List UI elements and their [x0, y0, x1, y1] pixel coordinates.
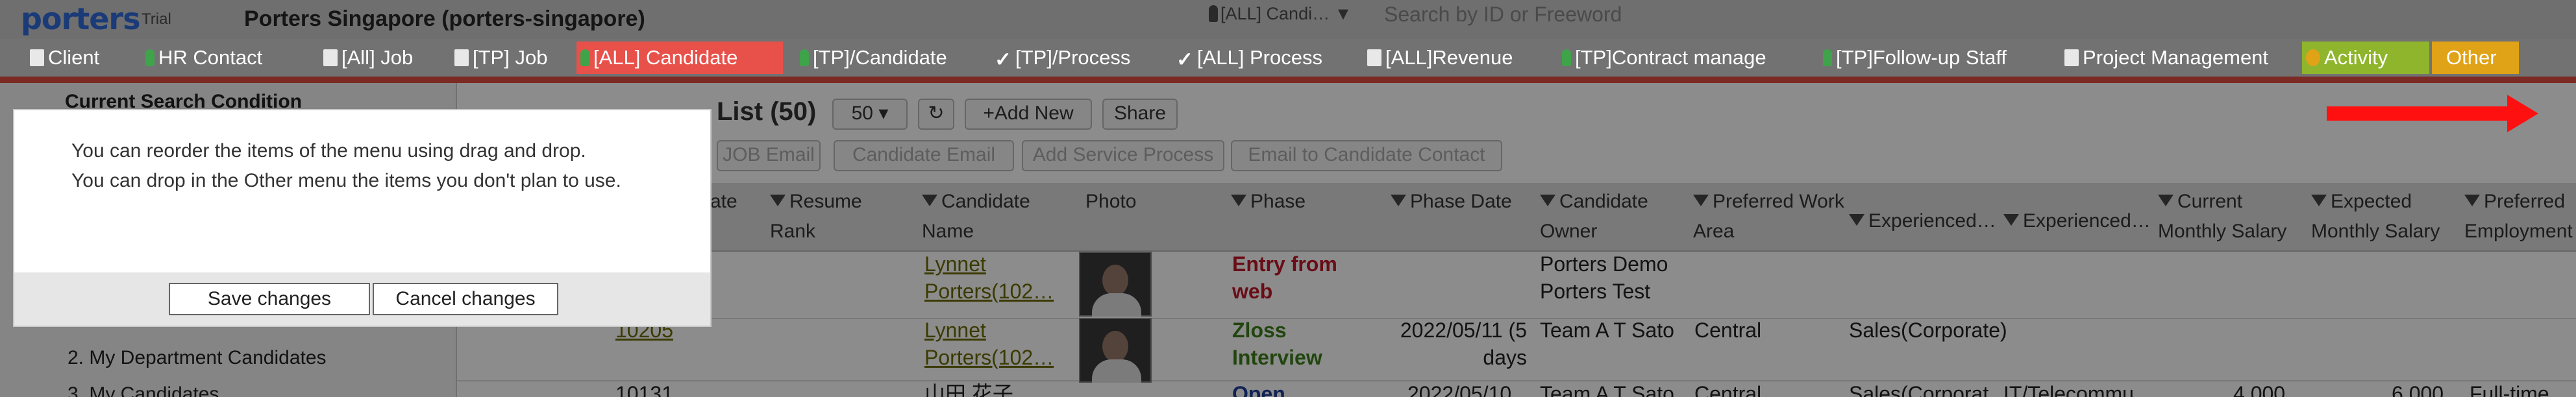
heart-icon [2306, 49, 2320, 66]
menu-hr-contact[interactable]: HR Contact [142, 42, 266, 74]
chart-icon [1367, 49, 1381, 66]
menu-all-process[interactable]: ✓ [ALL] Process [1172, 42, 1326, 74]
plan-badge: Trial [142, 10, 171, 28]
person-icon [1823, 49, 1832, 66]
save-changes-button[interactable]: Save changes [169, 283, 370, 315]
menu-all-job[interactable]: [All] Job [319, 42, 417, 74]
scope-select[interactable]: [ALL] Candi… ▼ [1209, 4, 1352, 24]
person-icon [145, 49, 155, 66]
menu-tp-contract-manage[interactable]: [TP]Contract manage [1558, 42, 1770, 74]
menu-tp-job[interactable]: [TP] Job [451, 42, 551, 74]
company-name: Porters Singapore (porters-singapore) [244, 6, 645, 31]
menu-other[interactable]: Other [2432, 42, 2519, 74]
global-search-input[interactable]: Search by ID or Freeword [1368, 0, 1732, 31]
person-icon [1562, 49, 1571, 66]
menu-client[interactable]: Client [26, 42, 103, 74]
check-icon: ✓ [1176, 48, 1193, 71]
menu-tp-process[interactable]: ✓ [TP]/Process [991, 42, 1134, 74]
menu-divider [0, 77, 2576, 83]
menu-tp-candidate[interactable]: [TP]/Candidate [796, 42, 951, 74]
porters-logo[interactable]: porters [21, 1, 140, 36]
person-icon [1209, 5, 1218, 22]
arrow-right-icon [2327, 106, 2512, 121]
dialog-message: You can reorder the items of the menu us… [71, 140, 621, 191]
building-icon [30, 49, 44, 66]
menu-all-candidate[interactable]: [ALL] Candidate [576, 42, 783, 74]
document-icon [323, 49, 338, 66]
person-icon [800, 49, 809, 66]
menu-all-revenue[interactable]: [ALL]Revenue [1363, 42, 1517, 74]
menu-tp-follow-up-staff[interactable]: [TP]Follow-up Staff [1819, 42, 2011, 74]
chart-icon [2064, 49, 2079, 66]
person-icon [580, 49, 589, 66]
document-icon [454, 49, 469, 66]
cancel-changes-button[interactable]: Cancel changes [373, 283, 558, 315]
arrow-head-icon [2507, 95, 2538, 132]
menu-project-management[interactable]: Project Management [2061, 42, 2272, 74]
reorder-menu-dialog: You can reorder the items of the menu us… [13, 109, 712, 327]
menu-activity[interactable]: Activity [2302, 42, 2429, 74]
check-icon: ✓ [995, 48, 1011, 71]
